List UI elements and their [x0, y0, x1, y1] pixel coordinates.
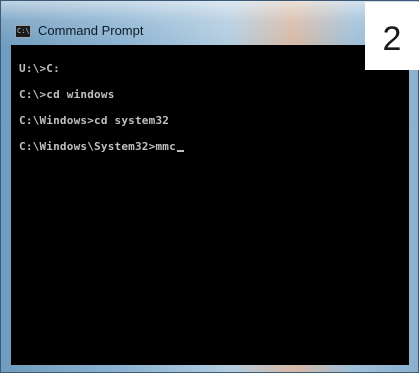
command-prompt-window: C:\ Command Prompt U:\>C: C:\>cd windows…: [0, 0, 419, 373]
console-input-text: C:\Windows\System32>mmc: [19, 140, 176, 153]
step-number-badge: 2: [365, 2, 419, 70]
console-area[interactable]: U:\>C: C:\>cd windows C:\Windows>cd syst…: [11, 45, 409, 365]
title-bar[interactable]: C:\ Command Prompt: [1, 1, 419, 45]
console-line: U:\>C:: [19, 62, 60, 75]
console-line-current: C:\Windows\System32>mmc: [19, 140, 184, 153]
window-title: Command Prompt: [38, 23, 144, 38]
text-cursor: [176, 150, 184, 152]
console-line: C:\Windows>cd system32: [19, 114, 170, 127]
console-line: C:\>cd windows: [19, 88, 115, 101]
cmd-icon[interactable]: C:\: [15, 25, 31, 38]
